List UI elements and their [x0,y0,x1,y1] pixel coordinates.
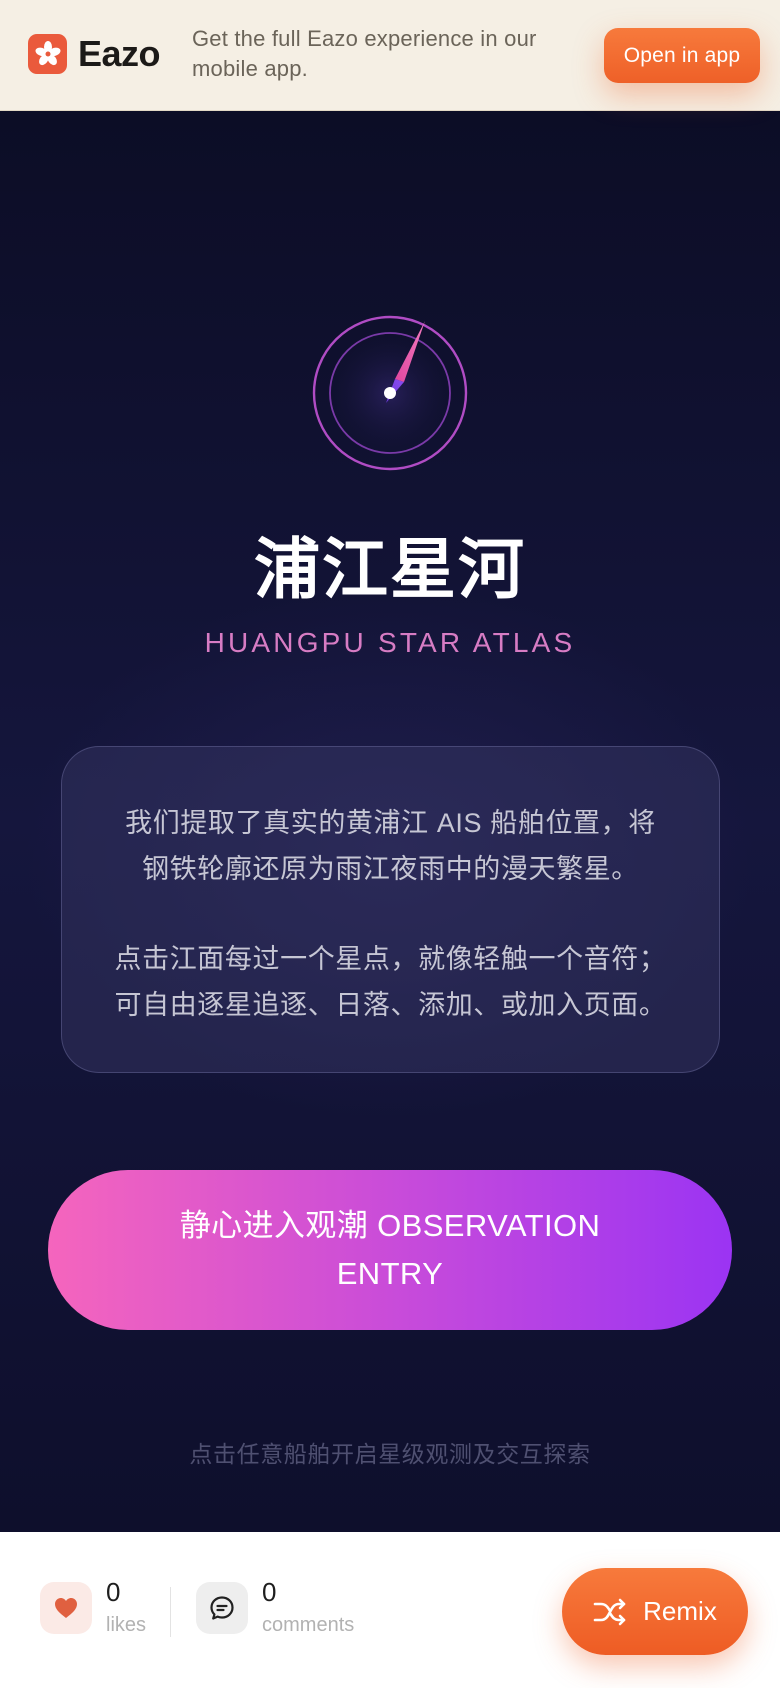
interaction-hint: 点击任意船舶开启星级观测及交互探索 [189,1441,591,1467]
likes-stat[interactable]: 0 likes [40,1577,147,1638]
likes-label: likes [106,1614,147,1636]
app-download-banner: Eazo Get the full Eazo experience in our… [0,0,780,111]
heart-icon[interactable] [40,1582,92,1634]
asterisk-flower-logo-icon [28,34,67,74]
intro-screen: 浦江星河 HUANGPU STAR ATLAS 我们提取了真实的黄浦江 AIS … [0,111,780,1532]
intro-paragraph-2: 点击江面每过一个星点，就像轻触一个音符；可自由逐星追逐、日落、添加、或加入页面。 [114,944,667,1020]
likes-count: 0 [106,1577,121,1607]
comments-stat[interactable]: 0 comments [196,1577,355,1638]
compass-icon [312,315,468,471]
comments-label: comments [262,1614,355,1636]
shuffle-icon [593,1597,627,1627]
remix-button[interactable]: Remix [562,1568,748,1655]
bottom-action-bar: 0 likes 0 comments Remix [0,1532,780,1688]
banner-message: Get the full Eazo experience in our mobi… [192,26,537,81]
stat-divider [170,1587,171,1637]
observation-entry-button[interactable]: 静心进入观潮 OBSERVATION ENTRY [48,1170,732,1330]
brand[interactable]: Eazo [28,33,161,74]
comments-count: 0 [262,1577,277,1607]
comment-bubble-icon[interactable] [196,1582,248,1634]
remix-label: Remix [643,1596,717,1626]
intro-paragraph-1: 我们提取了真实的黄浦江 AIS 船舶位置，将钢铁轮廓还原为雨江夜雨中的漫天繁星。 [125,808,656,884]
brand-name: Eazo [78,33,161,74]
page-title: 浦江星河 [254,532,526,606]
open-in-app-button[interactable]: Open in app [604,28,760,83]
intro-card: 我们提取了真实的黄浦江 AIS 船舶位置，将钢铁轮廓还原为雨江夜雨中的漫天繁星。… [61,746,720,1073]
page-subtitle: HUANGPU STAR ATLAS [204,627,576,658]
